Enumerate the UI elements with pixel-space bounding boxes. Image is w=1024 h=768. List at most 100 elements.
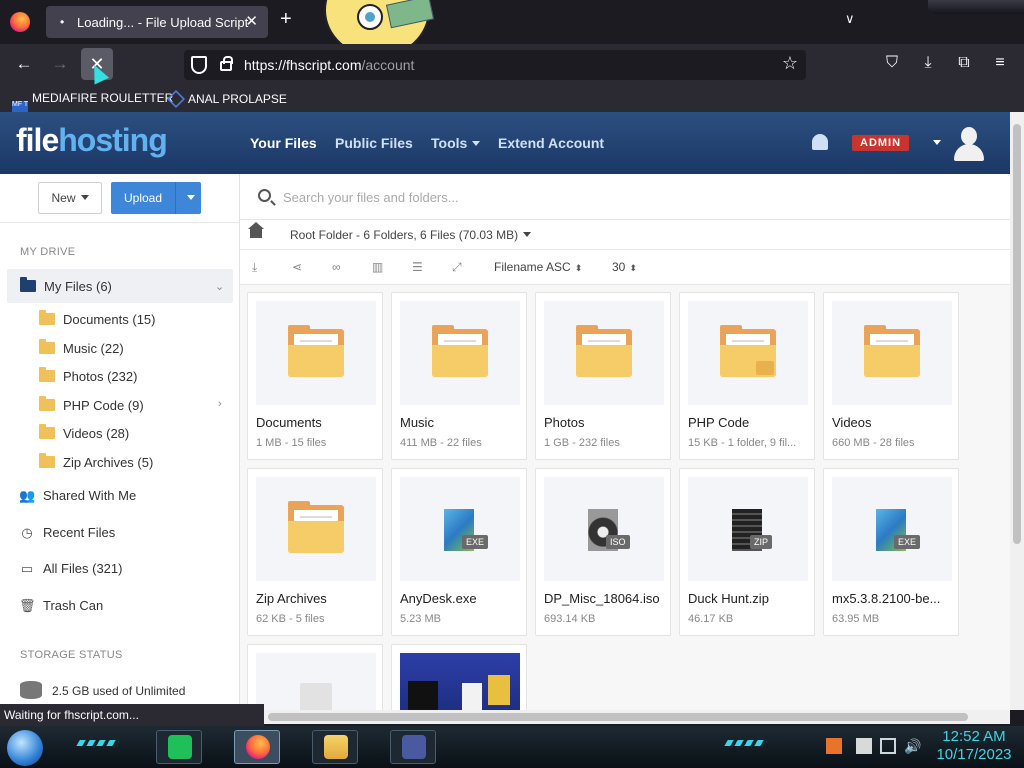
breadcrumb-root[interactable]: Root Folder - 6 Folders, 6 Files (70.03 … [290,228,532,242]
lock-icon[interactable] [220,56,233,71]
taskbar-app-window[interactable] [390,730,436,764]
folder-preview [544,301,664,405]
folder-card-videos[interactable]: Videos 660 MB - 28 files [823,292,959,460]
new-button[interactable]: New [38,182,102,214]
chevron-right-icon[interactable]: › [218,398,222,410]
extensions-icon[interactable]: ⧉ [953,54,975,72]
chevron-down-icon[interactable]: ⌄ [215,280,224,293]
link-icon[interactable]: ∞ [332,260,341,274]
sidebar-item-recent[interactable]: ◷ Recent Files [19,525,115,541]
sort-select[interactable]: Filename ASC ⬍ [494,260,582,274]
bell-icon[interactable] [812,134,828,150]
folder-icon [39,424,55,439]
sidebar-item-my-files-label[interactable]: My Files (6) [20,277,112,294]
file-card-mx5-exe[interactable]: EXE mx5.3.8.2100-be... 63.95 MB [823,468,959,636]
upload-button[interactable]: Upload [111,182,201,214]
nav-tools[interactable]: Tools [431,135,481,151]
file-type-tag: ZIP [750,535,773,549]
firefox-logo-icon[interactable] [10,12,30,32]
pocket-icon[interactable]: ⛉ [881,54,903,72]
search-input[interactable]: Search your files and folders... [283,190,459,205]
file-preview: EXE [832,477,952,581]
forward-arrow-icon[interactable]: → [48,52,72,76]
downloads-icon[interactable]: ⤓ [917,54,939,72]
share-icon[interactable]: ⋖ [292,260,302,274]
sidebar-folder-php-code[interactable]: PHP Code (9) [39,396,144,413]
file-preview [256,653,376,710]
file-card-anydesk[interactable]: EXE AnyDesk.exe 5.23 MB [391,468,527,636]
folder-card-zip-archives[interactable]: Zip Archives 62 KB - 5 files [247,468,383,636]
back-arrow-icon[interactable]: ← [12,52,36,76]
bookmark-star-icon[interactable]: ☆ [782,53,798,74]
file-card-duck-hunt-zip[interactable]: ZIP Duck Hunt.zip 46.17 KB [679,468,815,636]
fullscreen-icon[interactable]: ⤢ [452,260,462,275]
folder-card-music[interactable]: Music 411 MB - 22 files [391,292,527,460]
home-icon[interactable] [248,222,264,238]
folder-card-php-code[interactable]: PHP Code 15 KB - 1 folder, 9 fil... [679,292,815,460]
folder-icon [39,310,55,325]
new-tab-button[interactable]: + [280,9,292,29]
clock-icon: ◷ [21,525,33,540]
file-card-partial[interactable] [247,644,383,710]
search-bar[interactable]: Search your files and folders... [240,174,1010,220]
url-bar[interactable]: https://fhscript.com/account ☆ [184,50,806,80]
sidebar-folder-zip-archives[interactable]: Zip Archives (5) [39,453,153,470]
folder-card-documents[interactable]: Documents 1 MB - 15 files [247,292,383,460]
site-logo[interactable]: filehosting [16,122,168,159]
scrollbar-thumb[interactable] [268,713,968,721]
sidebar-folder-music[interactable]: Music (22) [39,339,124,356]
download-icon[interactable]: ⤓ [252,260,257,275]
tab-close-icon[interactable]: ✕ [245,12,258,30]
folder-icon [20,277,36,292]
nav-extend-account[interactable]: Extend Account [498,135,604,151]
tray-app-icon[interactable] [826,738,842,754]
sidebar-item-shared[interactable]: 👥 Shared With Me [19,488,136,504]
bookmark-second[interactable]: ANAL PROLAPSE [166,89,287,109]
tracking-shield-icon[interactable] [191,56,207,74]
url-text[interactable]: https://fhscript.com/account [244,57,414,73]
sidebar-item-all-files[interactable]: ▭ All Files (321) [19,561,123,577]
shared-label: Shared With Me [43,488,137,503]
taskbar-app-explorer[interactable] [312,730,358,764]
per-page-select[interactable]: 30 ⬍ [612,260,637,274]
tray-flag-icon[interactable] [856,738,872,754]
upload-dropdown-toggle[interactable] [175,182,201,214]
database-icon [20,681,42,699]
taskbar-app-firefox[interactable] [234,730,280,764]
folder-icon [39,339,55,354]
sidebar-folder-photos[interactable]: Photos (232) [39,367,137,384]
tab-list-chevron-icon[interactable]: ∨ [845,11,855,27]
system-clock[interactable]: 12:52 AM 10/17/2023 [932,728,1016,764]
nav-your-files[interactable]: Your Files [250,135,317,151]
start-button[interactable] [7,730,43,766]
delete-icon[interactable]: ▥ [372,260,383,274]
account-caret-icon[interactable] [933,140,941,145]
vertical-scrollbar[interactable] [1010,112,1024,710]
nav-public-files[interactable]: Public Files [335,135,413,151]
file-browser: Search your files and folders... Root Fo… [240,174,1010,710]
menu-icon[interactable]: ≡ [989,54,1011,72]
sidebar-item-trash[interactable]: 🗑 Trash Can [19,598,103,614]
admin-badge[interactable]: ADMIN [852,135,910,151]
folder-icon [864,325,920,377]
file-card-dp-misc-iso[interactable]: ISO DP_Misc_18064.iso 693.14 KB [535,468,671,636]
thumbnail-shape [488,675,510,705]
item-name: PHP Code [688,415,750,430]
item-meta: 5.23 MB [400,613,441,625]
network-icon[interactable] [880,738,896,754]
firefox-icon [246,735,270,759]
clock-date: 10/17/2023 [936,746,1012,763]
list-view-icon[interactable]: ☰ [412,260,423,274]
file-card-partial-image[interactable] [391,644,527,710]
item-name: Duck Hunt.zip [688,591,769,606]
sidebar-folder-videos[interactable]: Videos (28) [39,424,129,441]
horizontal-scrollbar[interactable] [264,710,1010,724]
taskbar-app-notes[interactable] [156,730,202,764]
tab-active[interactable]: • Loading... - File Upload Script ✕ [46,6,268,38]
avatar[interactable] [954,127,984,161]
volume-icon[interactable]: 🔊 [904,738,921,754]
folder-card-photos[interactable]: Photos 1 GB - 232 files [535,292,671,460]
folder-icon [576,325,632,377]
sidebar-folder-documents[interactable]: Documents (15) [39,310,155,327]
scrollbar-thumb[interactable] [1013,124,1021,544]
